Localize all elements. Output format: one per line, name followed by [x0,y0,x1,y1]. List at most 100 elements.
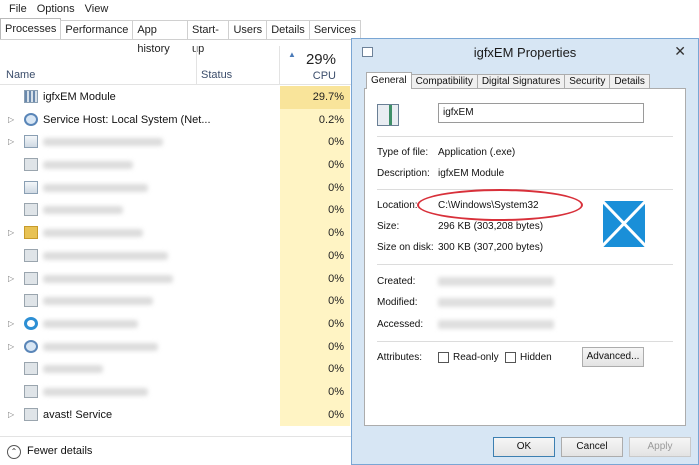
window-icon [24,384,38,398]
process-name-redacted [43,297,153,306]
size-label: Size: [377,221,400,232]
ok-button[interactable]: OK [493,437,555,457]
expand-arrow-icon[interactable]: ▷ [8,410,14,419]
table-row[interactable]: ▷ 0% [0,335,360,359]
tab-performance[interactable]: Performance [60,20,134,40]
hidden-label[interactable]: Hidden [520,352,552,363]
expand-arrow-icon[interactable]: ▷ [8,274,14,283]
cpu-value: 29.7% [312,91,344,103]
accessed-label: Accessed: [377,319,424,330]
accessed-value-redacted [438,320,554,329]
window-icon [24,294,38,308]
cpu-value: 0% [328,249,344,262]
readonly-label[interactable]: Read-only [453,352,499,363]
location-label: Location: [377,200,418,211]
menu-file[interactable]: File [4,3,32,15]
window-icon [24,407,38,421]
column-header-status[interactable]: Status [201,69,232,81]
tab-general[interactable]: General [366,72,412,89]
igfx-icon [24,90,38,103]
tab-app-history[interactable]: App history [132,20,188,55]
menu-view[interactable]: View [80,3,114,15]
table-row[interactable]: ▷ Service Host: Local System (Net... 0.2% [0,108,360,132]
tab-start-up[interactable]: Start-up [186,20,230,55]
tab-processes[interactable]: Processes [0,18,62,40]
table-row[interactable]: 0% [0,176,360,200]
tab-services[interactable]: Services [308,20,361,40]
window-icon [24,158,38,172]
dialog-tabs: General Compatibility Digital Signatures… [366,72,650,89]
expand-arrow-icon[interactable]: ▷ [8,137,14,146]
menu-options[interactable]: Options [32,3,80,15]
close-icon[interactable]: ✕ [674,43,686,60]
column-divider[interactable] [196,46,197,84]
hidden-checkbox[interactable] [505,352,516,363]
apply-button[interactable]: Apply [629,437,691,457]
process-name-redacted [43,183,148,192]
table-row[interactable]: 0% [0,199,360,223]
tab-security[interactable]: Security [564,74,611,89]
expand-arrow-icon[interactable]: ▷ [8,342,14,351]
fewer-details-link[interactable]: Fewer details [27,445,92,457]
gear-icon [24,112,38,126]
dialog-titlebar: igfxEM Properties ✕ [352,39,698,65]
cpu-value: 0% [328,408,344,421]
process-name-redacted [43,229,143,238]
advanced-button[interactable]: Advanced... [582,347,644,367]
process-name-redacted [43,319,138,328]
divider [377,341,673,342]
cpu-value: 0% [328,317,344,330]
expand-arrow-icon[interactable]: ▷ [8,115,14,124]
tab-compatibility[interactable]: Compatibility [410,74,478,89]
tab-users[interactable]: Users [228,20,268,40]
table-row[interactable]: ▷ avast! Service 0% [0,403,360,427]
process-name-redacted [43,161,133,170]
ie-icon [24,316,38,330]
table-row[interactable]: 0% [0,380,360,404]
process-name-redacted [43,206,123,215]
task-manager-tabs: Processes Performance App history Start-… [0,18,361,55]
table-row[interactable]: 0% [0,244,360,268]
gear-icon [24,339,38,353]
windows-logo-icon [603,201,645,247]
divider [377,264,673,265]
column-divider[interactable] [279,46,280,84]
cpu-value: 0.2% [318,113,344,126]
chevron-up-icon[interactable]: ⌃ [7,445,21,459]
size-value: 296 KB (303,208 bytes) [438,221,544,232]
process-name-redacted [43,342,158,351]
table-row[interactable]: ▷ 0% [0,222,360,245]
tab-details[interactable]: Details [609,74,650,89]
table-row[interactable]: ▷ 0% [0,267,360,291]
table-row[interactable]: 0% [0,290,360,313]
network-icon [24,135,38,149]
cpu-value: 0% [328,295,344,308]
process-table-header: Name Status ▲ 29% CPU [0,40,360,85]
expand-arrow-icon[interactable]: ▷ [8,228,14,237]
table-row[interactable]: ▷ 0% [0,131,360,155]
sort-caret-icon: ▲ [288,50,296,59]
menu-bar: File Options View [0,0,360,18]
column-header-name[interactable]: Name [6,69,35,81]
properties-dialog: igfxEM Properties ✕ General Compatibilit… [351,38,699,465]
column-header-cpu[interactable]: CPU [313,70,336,82]
table-row[interactable]: 0% [0,154,360,177]
tab-details[interactable]: Details [266,20,310,40]
modified-value-redacted [438,298,554,307]
dialog-title: igfxEM Properties [473,45,577,60]
tab-digital-signatures[interactable]: Digital Signatures [476,74,566,89]
readonly-checkbox[interactable] [438,352,449,363]
cancel-button[interactable]: Cancel [561,437,623,457]
cpu-value: 0% [328,385,344,398]
cpu-value: 0% [328,159,344,172]
cpu-value: 0% [328,340,344,353]
file-name-field[interactable]: igfxEM [438,103,644,123]
table-row[interactable]: igfxEM Module 29.7% [0,86,360,109]
window-icon [24,203,38,217]
cpu-value: 0% [328,181,344,194]
table-row[interactable]: ▷ 0% [0,312,360,336]
application-file-icon [377,104,399,126]
table-row[interactable]: 0% [0,358,360,381]
expand-arrow-icon[interactable]: ▷ [8,319,14,328]
process-name-redacted [43,365,103,374]
